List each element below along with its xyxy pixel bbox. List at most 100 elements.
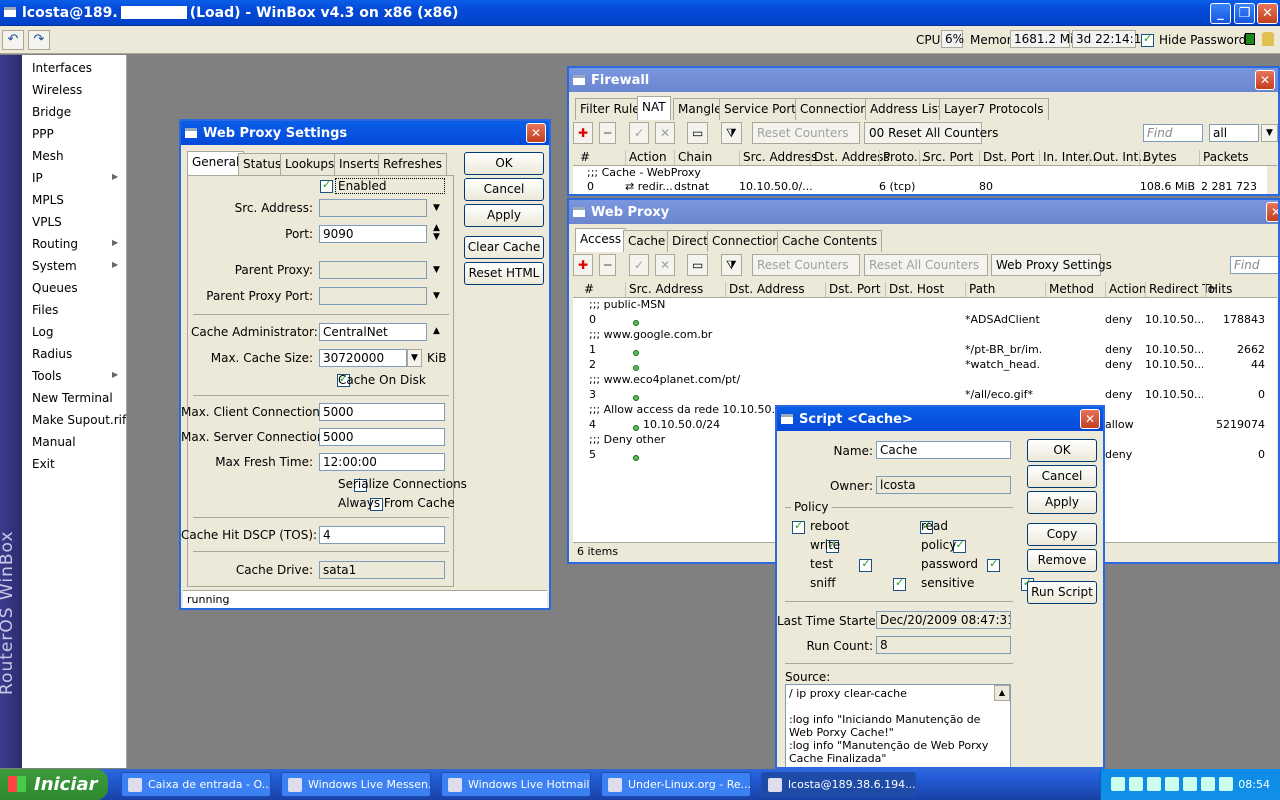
apply-button[interactable]: Apply — [464, 204, 544, 227]
task-hotmail[interactable]: Windows Live Hotmail... — [441, 772, 591, 797]
menu-bridge[interactable]: Bridge — [32, 105, 71, 119]
script-ok-button[interactable]: OK — [1027, 439, 1097, 462]
clear-cache-button[interactable]: Clear Cache — [464, 236, 544, 259]
source-textarea[interactable]: / ip proxy clear-cache :log info "Inicia… — [785, 684, 1011, 767]
tab-cache[interactable]: Cache — [623, 230, 671, 252]
update-icon[interactable] — [1201, 777, 1215, 791]
wp-reset-counters-button[interactable]: Reset Counters — [752, 254, 860, 276]
col-action[interactable]: Action — [625, 150, 667, 165]
task-winbox[interactable]: lcosta@189.38.6.194.... — [761, 772, 916, 797]
disable-icon[interactable]: ✕ — [655, 122, 676, 144]
menu-ip[interactable]: IP — [32, 171, 43, 185]
tab-general[interactable]: General — [187, 151, 245, 175]
col-dst-port[interactable]: Dst. Port — [979, 150, 1035, 165]
ok-button[interactable]: OK — [464, 152, 544, 175]
parent-proxy-input[interactable] — [319, 261, 427, 279]
col-hits[interactable]: Hits — [1205, 282, 1232, 297]
table-row[interactable]: 2 *watch_head... deny 10.10.50... 44 — [573, 358, 1277, 373]
menu-log[interactable]: Log — [32, 325, 53, 339]
menu-make-supout[interactable]: Make Supout.rif — [32, 413, 126, 427]
tab-refreshes[interactable]: Refreshes — [378, 153, 447, 175]
port-input[interactable]: 9090 — [319, 225, 427, 243]
script-apply-button[interactable]: Apply — [1027, 491, 1097, 514]
script-owner-input[interactable]: lcosta — [876, 476, 1011, 494]
tab-lookups[interactable]: Lookups — [280, 153, 340, 175]
col-dst-host[interactable]: Dst. Host — [885, 282, 944, 297]
max-fresh-time-input[interactable]: 12:00:00 — [319, 453, 445, 471]
undo-icon[interactable]: ↶ — [2, 30, 24, 50]
fw-filter-dropdown-icon[interactable]: ▼ — [1261, 124, 1278, 142]
dscp-input[interactable]: 4 — [319, 526, 445, 544]
menu-routing[interactable]: Routing — [32, 237, 78, 251]
col-packets[interactable]: Packets — [1199, 150, 1249, 165]
menu-vpls[interactable]: VPLS — [32, 215, 62, 229]
cancel-button[interactable]: Cancel — [464, 178, 544, 201]
run-script-button[interactable]: Run Script — [1027, 581, 1097, 604]
comment-icon[interactable]: ▭ — [687, 254, 709, 276]
port-spinner-icon[interactable]: ▲ ▼ — [433, 224, 440, 242]
menu-wireless[interactable]: Wireless — [32, 83, 82, 97]
reset-html-button[interactable]: Reset HTML — [464, 262, 544, 285]
minimize-button[interactable]: _ — [1210, 3, 1231, 24]
remove-icon[interactable]: ━ — [599, 122, 617, 144]
script-remove-button[interactable]: Remove — [1027, 549, 1097, 572]
menu-mpls[interactable]: MPLS — [32, 193, 64, 207]
menu-exit[interactable]: Exit — [32, 457, 55, 471]
menu-interfaces[interactable]: Interfaces — [32, 61, 92, 75]
task-messenger[interactable]: Windows Live Messen... — [281, 772, 431, 797]
max-cache-dropdown-icon[interactable]: ▼ — [407, 349, 422, 367]
policy-test-checkbox[interactable] — [859, 557, 873, 572]
col-src-address[interactable]: Src. Address — [739, 150, 817, 165]
disable-icon[interactable]: ✕ — [655, 254, 676, 276]
proxy-settings-close-button[interactable]: ✕ — [526, 123, 546, 143]
script-close-button[interactable]: ✕ — [1080, 409, 1100, 429]
network-icon[interactable] — [1111, 777, 1125, 791]
collapse-icon[interactable]: ▲ — [433, 326, 440, 336]
close-button[interactable]: ✕ — [1257, 3, 1278, 24]
start-button[interactable]: Iniciar — [0, 769, 108, 800]
web-proxy-close-button[interactable]: ✕ — [1266, 202, 1278, 222]
max-client-input[interactable]: 5000 — [319, 403, 445, 421]
tab-cache-contents[interactable]: Cache Contents — [777, 230, 883, 252]
task-mail[interactable]: Caixa de entrada - O... — [121, 772, 271, 797]
table-row[interactable]: 0 ⇄ redir... dstnat 10.10.50.0/... 6 (tc… — [573, 180, 1267, 194]
table-row[interactable]: 1 */pt-BR_br/im... deny 10.10.50... 2662 — [573, 343, 1277, 358]
menu-system[interactable]: System — [32, 259, 77, 273]
maximize-button[interactable]: ❐ — [1234, 3, 1255, 24]
col-bytes[interactable]: Bytes — [1139, 150, 1177, 165]
cache-admin-input[interactable]: CentralNet — [319, 323, 427, 341]
col-method[interactable]: Method — [1045, 282, 1094, 297]
antivirus-icon[interactable] — [1165, 777, 1179, 791]
fw-find-input[interactable]: Find — [1143, 124, 1203, 142]
fw-reset-counters-button[interactable]: Reset Counters — [752, 122, 860, 144]
comment-icon[interactable]: ▭ — [687, 122, 709, 144]
max-cache-input[interactable]: 30720000 — [319, 349, 407, 367]
script-copy-button[interactable]: Copy — [1027, 523, 1097, 546]
script-cancel-button[interactable]: Cancel — [1027, 465, 1097, 488]
col-src-address[interactable]: Src. Address — [625, 282, 703, 297]
src-address-input[interactable] — [319, 199, 427, 217]
policy-sniff-checkbox[interactable] — [892, 576, 906, 591]
monitor-icon[interactable] — [1183, 777, 1197, 791]
col-src-port[interactable]: Src. Port — [919, 150, 973, 165]
policy-password-checkbox[interactable] — [987, 557, 1001, 572]
dropdown-icon[interactable]: ▼ — [433, 291, 440, 301]
menu-mesh[interactable]: Mesh — [32, 149, 64, 163]
col-action[interactable]: Action — [1105, 282, 1147, 297]
enable-icon[interactable]: ✓ — [629, 122, 650, 144]
col-path[interactable]: Path — [965, 282, 995, 297]
scroll-up-icon[interactable]: ▲ — [994, 685, 1010, 701]
menu-manual[interactable]: Manual — [32, 435, 76, 449]
col-chain[interactable]: Chain — [674, 150, 712, 165]
menu-new-terminal[interactable]: New Terminal — [32, 391, 113, 405]
table-row[interactable]: 3 */all/eco.gif* deny 10.10.50... 0 — [573, 388, 1277, 403]
tab-status[interactable]: Status — [238, 153, 287, 175]
main-title-bar[interactable]: lcosta@189. (Load) - WinBox v4.3 on x86 (… — [0, 0, 1280, 26]
enabled-checkbox[interactable] — [320, 178, 333, 193]
add-icon[interactable]: ✚ — [573, 254, 594, 276]
script-name-input[interactable]: Cache — [876, 441, 1011, 459]
parent-proxy-port-input[interactable] — [319, 287, 427, 305]
wp-reset-all-counters-button[interactable]: Reset All Counters — [864, 254, 988, 276]
task-under-linux[interactable]: Under-Linux.org - Re... — [601, 772, 751, 797]
wp-find-input[interactable]: Find — [1230, 256, 1278, 274]
